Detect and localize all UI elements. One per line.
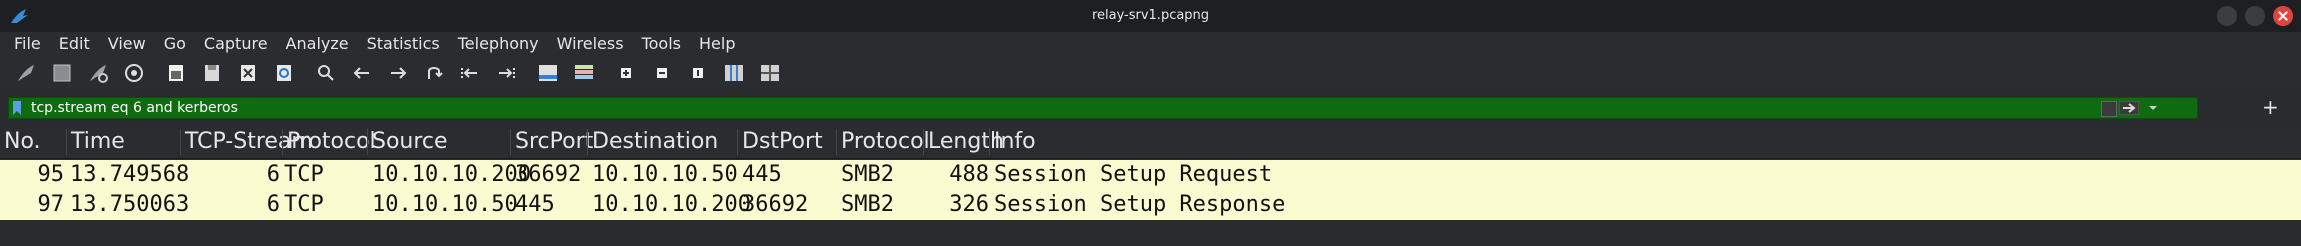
menu-statistics[interactable]: Statistics — [359, 34, 450, 53]
reload-file-icon[interactable] — [270, 59, 298, 87]
save-file-icon[interactable] — [198, 59, 226, 87]
minimize-button[interactable] — [2217, 6, 2237, 26]
stop-capture-icon[interactable] — [48, 59, 76, 87]
close-file-icon[interactable] — [234, 59, 262, 87]
normal-size-icon[interactable] — [684, 59, 712, 87]
go-back-icon[interactable] — [348, 59, 376, 87]
cell-no: 97 — [37, 192, 65, 217]
autoscroll-icon[interactable] — [534, 59, 562, 87]
cell-srcport: 445 — [515, 192, 555, 217]
cell-dstport: 445 — [742, 162, 782, 187]
open-file-icon[interactable] — [162, 59, 190, 87]
add-filter-button[interactable]: + — [2262, 97, 2280, 117]
colorize-icon[interactable] — [570, 59, 598, 87]
cell-protocol: TCP — [284, 162, 324, 187]
title-bar: relay-srv1.pcapng — [0, 0, 2301, 33]
close-button[interactable] — [2273, 6, 2293, 26]
menu-view[interactable]: View — [100, 34, 156, 53]
window-title: relay-srv1.pcapng — [1091, 8, 1210, 23]
col-header-protocol-2[interactable]: Protocol — [836, 129, 930, 155]
col-header-dstport[interactable]: DstPort — [737, 129, 836, 155]
menu-bar: File Edit View Go Capture Analyze Statis… — [0, 32, 2301, 54]
menu-go[interactable]: Go — [156, 34, 196, 53]
cell-protocol: TCP — [284, 192, 324, 217]
packet-list-header: No. Time TCP-Stream Protocol Source SrcP… — [0, 126, 2301, 159]
cell-time: 13.749568 — [70, 162, 190, 187]
go-to-packet-icon[interactable] — [420, 59, 448, 87]
cell-protocol-2: SMB2 — [841, 162, 894, 187]
cell-protocol-2: SMB2 — [841, 192, 894, 217]
find-packet-icon[interactable] — [312, 59, 340, 87]
cell-srcport: 36692 — [515, 162, 582, 187]
cell-stream: 6 — [266, 162, 280, 187]
cell-stream: 6 — [266, 192, 280, 217]
last-packet-icon[interactable] — [492, 59, 520, 87]
cell-dstport: 36692 — [742, 192, 809, 217]
col-header-no[interactable]: No. — [0, 129, 66, 155]
table-row[interactable]: 97 13.750063 6 TCP 10.10.10.50 445 10.10… — [0, 190, 2301, 220]
clear-filter-icon[interactable] — [2101, 101, 2117, 117]
menu-telephony[interactable]: Telephony — [450, 34, 549, 53]
display-filter-input[interactable]: tcp.stream eq 6 and kerberos — [31, 100, 238, 116]
menu-help[interactable]: Help — [691, 34, 745, 53]
menu-edit[interactable]: Edit — [51, 34, 100, 53]
col-header-time[interactable]: Time — [66, 129, 180, 155]
cell-info: Session Setup Response — [994, 192, 1286, 217]
col-header-source[interactable]: Source — [367, 129, 510, 155]
go-forward-icon[interactable] — [384, 59, 412, 87]
cell-info: Session Setup Request — [994, 162, 1273, 187]
apply-filter-icon[interactable] — [2119, 101, 2139, 115]
menu-wireless[interactable]: Wireless — [549, 34, 634, 53]
col-header-destination[interactable]: Destination — [587, 129, 737, 155]
col-header-info[interactable]: Info — [989, 129, 2301, 155]
col-header-srcport[interactable]: SrcPort — [510, 129, 593, 155]
capture-options-icon[interactable] — [120, 59, 148, 87]
maximize-button[interactable] — [2245, 6, 2265, 26]
cell-source: 10.10.10.200 — [372, 162, 531, 187]
window-controls — [2217, 6, 2293, 26]
menu-capture[interactable]: Capture — [196, 34, 278, 53]
cell-destination: 10.10.10.50 — [592, 162, 738, 187]
menu-file[interactable]: File — [6, 34, 51, 53]
cell-time: 13.750063 — [70, 192, 190, 217]
table-row[interactable]: 95 13.749568 6 TCP 10.10.10.200 36692 10… — [0, 160, 2301, 190]
first-packet-icon[interactable] — [456, 59, 484, 87]
layout-icon[interactable] — [756, 59, 784, 87]
cell-source: 10.10.10.50 — [372, 192, 518, 217]
cell-length: 488 — [949, 162, 989, 187]
cell-destination: 10.10.10.200 — [592, 192, 751, 217]
col-header-protocol[interactable]: Protocol — [282, 129, 376, 155]
zoom-out-icon[interactable] — [648, 59, 676, 87]
menu-tools[interactable]: Tools — [634, 34, 691, 53]
col-header-tcp-stream[interactable]: TCP-Stream — [180, 129, 313, 155]
chevron-down-icon[interactable] — [2145, 101, 2161, 115]
cell-length: 326 — [949, 192, 989, 217]
packet-list: No. Time TCP-Stream Protocol Source SrcP… — [0, 126, 2301, 246]
bookmark-icon[interactable] — [12, 101, 22, 115]
main-toolbar — [0, 56, 2301, 90]
display-filter-bar[interactable]: tcp.stream eq 6 and kerberos — [8, 97, 2198, 119]
cell-no: 95 — [37, 162, 65, 187]
resize-columns-icon[interactable] — [720, 59, 748, 87]
start-capture-icon[interactable] — [12, 59, 40, 87]
restart-capture-icon[interactable] — [84, 59, 112, 87]
col-header-length[interactable]: Length — [923, 129, 1004, 155]
menu-analyze[interactable]: Analyze — [278, 34, 359, 53]
zoom-in-icon[interactable] — [612, 59, 640, 87]
